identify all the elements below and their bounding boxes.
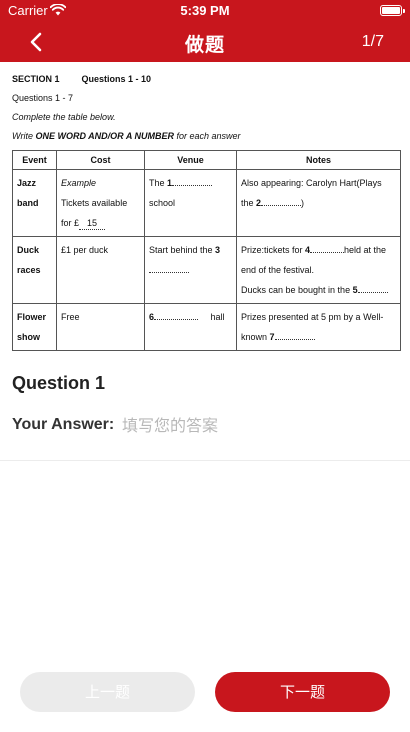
status-time: 5:39 PM — [180, 3, 230, 18]
notes-cell: Prize:tickets for 4 held at the end of th… — [236, 236, 401, 304]
question-title: Question 1 — [12, 373, 106, 393]
venue-cell: Start behind the 3 — [144, 236, 237, 304]
table-row: Flower show Free 6 hall Prizes presented… — [12, 303, 401, 351]
cost-cell: £1 per duck — [56, 236, 145, 304]
write-instruction: Write ONE WORD AND/OR A NUMBER for each … — [12, 131, 241, 141]
next-question-button[interactable]: 下一题 — [215, 672, 390, 712]
cost-cell: Free — [56, 303, 145, 351]
venue-cell: The 1 school — [144, 169, 237, 237]
answer-blank — [274, 339, 315, 340]
answer-blank — [149, 272, 189, 273]
table-row: Jazz band Example Tickets available for … — [12, 169, 401, 237]
column-header: Notes — [236, 150, 401, 170]
event-cell: Flower show — [12, 303, 57, 351]
divider — [0, 460, 410, 461]
page-counter: 1/7 — [361, 33, 384, 50]
prev-question-button[interactable]: 上一题 — [20, 672, 195, 712]
app-header: Carrier 5:39 PM 做题 1/7 — [0, 0, 410, 62]
notes-cell: Also appearing: Carolyn Hart(Plays the 2… — [236, 169, 401, 237]
answer-blank — [154, 319, 199, 320]
answer-input[interactable] — [122, 412, 392, 438]
column-header: Cost — [56, 150, 145, 170]
event-cell: Duck races — [12, 236, 57, 304]
page-title: 做题 — [184, 35, 225, 56]
answer-blank — [310, 252, 345, 253]
section-heading: SECTION 1 Questions 1 - 10 — [12, 74, 400, 84]
column-header: Event — [12, 150, 57, 170]
nav-bar: 做题 1/7 — [0, 22, 410, 62]
venue-cell: 6 hall — [144, 303, 237, 351]
battery-icon — [380, 5, 405, 16]
answer-blank — [357, 292, 388, 293]
event-cell: Jazz band — [12, 169, 57, 237]
answer-blank — [172, 185, 213, 186]
answer-label: Your Answer: — [12, 416, 115, 433]
section-label: SECTION 1 — [12, 74, 60, 84]
questions-range: Questions 1 - 10 — [81, 74, 152, 84]
question-image: SECTION 1 Questions 1 - 10 Questions 1 - … — [12, 74, 401, 351]
column-header: Venue — [144, 150, 237, 170]
status-bar: Carrier 5:39 PM — [0, 0, 410, 22]
table-header-row: Event Cost Venue Notes — [12, 150, 401, 170]
notes-table: Event Cost Venue Notes Jazz band Example… — [12, 150, 401, 351]
instruction: Complete the table below. — [12, 112, 116, 122]
cost-cell: Example Tickets available for £15 — [56, 169, 145, 237]
table-row: Duck races £1 per duck Start behind the … — [12, 236, 401, 304]
answer-blank — [261, 205, 302, 206]
notes-cell: Prizes presented at 5 pm by a Well-known… — [236, 303, 401, 351]
example-answer: 15 — [79, 217, 106, 230]
sub-range: Questions 1 - 7 — [12, 93, 74, 103]
